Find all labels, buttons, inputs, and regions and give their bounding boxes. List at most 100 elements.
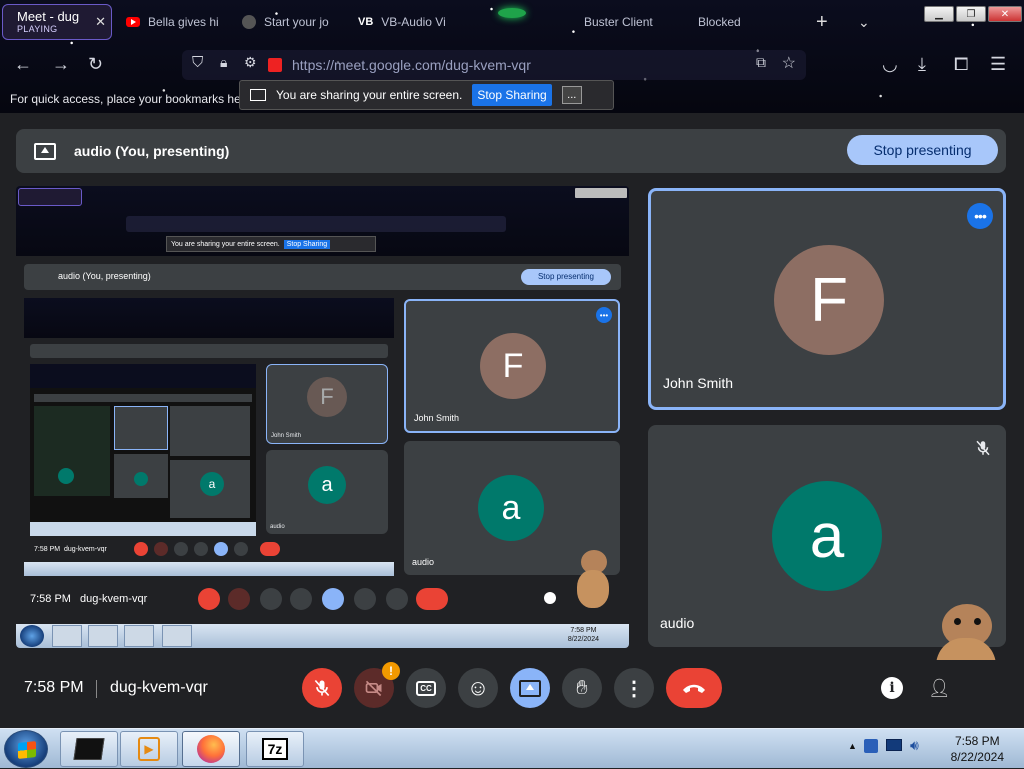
new-tab-button[interactable]: + [810,6,836,38]
mirror-time: 7:58 PM [30,593,71,605]
tab-playing-status: PLAYING [17,24,58,34]
bookmark-star-icon[interactable]: ☆ [782,53,796,73]
bookmarks-hint: For quick access, place your bookmarks h… [10,92,245,106]
forward-arrow-icon[interactable]: → [52,54,70,75]
youtube-icon [126,17,140,27]
mirror-inner-preview: a F John Smith a audio 7:58 PM dug-kvem-… [24,298,394,576]
mirror-stop-sharing: Stop Sharing [283,239,331,249]
raise-hand-button[interactable]: ✋︎ [562,668,602,708]
captions-button[interactable]: CC [406,668,446,708]
reactions-button[interactable]: ☺ [458,668,498,708]
mic-off-icon [314,679,330,697]
tab-start-your-journey[interactable]: Start your jo [236,6,346,38]
show-hidden-icons-icon[interactable]: ▲ [848,741,857,751]
phone-hangup-icon [683,684,705,693]
mirror-stop-presenting-label: Stop presenting [537,272,595,281]
mirror-share-text: You are sharing your entire screen. [171,240,280,248]
tab-vb-audio[interactable]: VB VB-Audio Vi [352,6,472,38]
url-text[interactable]: https://meet.google.com/dug-kvem-vqr [292,57,531,73]
tab-blocked[interactable]: Blocked [692,6,782,38]
tab-title: Start your jo [264,15,329,29]
tab-title: Buster Client [584,15,653,29]
mirror-stop-presenting: Stop presenting [521,269,611,285]
mirror-inner-time: 7:58 PM [34,546,61,553]
navigation-bar: ← → ↻ ⛉ 🔒︎ ⚙ https://meet.google.com/dug… [0,48,1024,82]
display-icon[interactable] [886,739,902,751]
presenting-bar: audio (You, presenting) Stop presenting [16,129,1006,173]
participant-tile-john-smith[interactable]: F ••• John Smith [648,188,1006,410]
warning-badge: ! [382,662,400,680]
tab-youtube[interactable]: Bella gives hi [120,6,230,38]
participant-name: John Smith [663,375,734,391]
mirror-clock-date: 8/22/2024 [567,636,599,643]
screen-share-indicator-icon[interactable] [268,58,282,72]
more-options-button[interactable]: ⋮ [614,668,654,708]
close-window-button[interactable]: ✕ [988,6,1022,22]
more-vertical-icon: ⋮ [624,677,644,700]
tab-buster-client[interactable]: Buster Client [578,6,688,38]
meeting-time: 7:58 PM [24,679,84,696]
more-options-icon[interactable]: ••• [967,203,993,229]
terminal-icon [73,738,105,760]
reload-icon[interactable]: ↻ [88,54,103,75]
ufo-green-decoration-icon [498,8,526,18]
media-player-icon: ▶ [138,737,160,761]
camera-off-icon [365,680,382,697]
share-more-button[interactable]: ... [561,86,582,104]
picture-in-picture-icon[interactable]: ⧉ [756,54,766,71]
present-now-button[interactable] [510,668,550,708]
taskbar-7zip-button[interactable]: 7z [246,731,304,767]
tab-title: Blocked [698,15,741,29]
tab-title: VB-Audio Vi [381,15,446,29]
mirror-inner-john-tile: F John Smith [266,364,388,444]
mirror-browser-chrome: You are sharing your entire screen. Stop… [16,186,629,256]
participant-name: audio [660,615,695,631]
pocket-icon[interactable]: ◡ [882,54,898,75]
meeting-controls-bar: 7:58 PM dug-kvem-vqr ! CC ☺ ✋︎ ⋮ i 👤︎ [0,660,1024,722]
back-arrow-icon[interactable]: ← [14,54,32,75]
avatar: a [772,481,882,591]
close-tab-icon[interactable]: ✕ [95,14,106,30]
window-controls: ▁ ❐ ✕ [924,6,1022,22]
lock-icon[interactable]: 🔒︎ [220,54,227,71]
tab-title: Bella gives hi [148,15,219,29]
taskbar-media-player-button[interactable]: ▶ [120,731,178,767]
tab-list-chevron-icon[interactable]: ⌄ [852,6,878,38]
system-clock[interactable]: 7:58 PM 8/22/2024 [951,733,1004,765]
7zip-icon: 7z [261,738,289,760]
firefox-icon [197,735,225,763]
tab-meet[interactable]: Meet - dug PLAYING ✕ [2,4,112,40]
restore-button[interactable]: ❐ [956,6,986,22]
emoji-smile-icon: ☺ [466,675,490,700]
volume-icon[interactable]: 🔊︎ [910,737,919,754]
menu-hamburger-icon[interactable]: ☰ [990,54,1006,75]
address-bar[interactable]: ⛉ 🔒︎ ⚙ https://meet.google.com/dug-kvem-… [182,50,806,80]
camera-toggle-button[interactable]: ! [354,662,400,708]
mirror-footer: 7:58 PM dug-kvem-vqr [16,584,629,614]
downloads-icon[interactable]: ⤓ [918,54,926,75]
stop-sharing-button[interactable]: Stop Sharing [472,84,552,106]
hand-icon: ✋︎ [576,676,588,699]
minimize-button[interactable]: ▁ [924,6,954,22]
windows-start-button[interactable] [4,730,48,768]
mirror-clock-time: 7:58 PM [570,627,597,634]
present-screen-icon [34,142,56,160]
network-icon[interactable] [864,739,878,753]
permissions-icon[interactable]: ⚙ [244,54,257,71]
stop-presenting-button[interactable]: Stop presenting [847,135,998,165]
mirror-inner-john-name: John Smith [271,433,302,439]
mirror-presenting-label: audio (You, presenting) [58,271,151,281]
people-icon[interactable]: 👤︎ [928,678,951,698]
taskbar-terminal-button[interactable] [60,731,118,767]
extensions-icon[interactable]: ⧠ [954,54,968,75]
microphone-toggle-button[interactable] [302,668,342,708]
mirror-inner-code: dug-kvem-vqr [64,546,107,553]
avatar: F [774,245,884,355]
meeting-details-info-icon[interactable]: i [881,677,903,699]
taskbar-firefox-button[interactable] [182,731,240,767]
leave-call-button[interactable] [666,668,722,708]
shield-icon[interactable]: ⛉ [192,54,203,71]
mirror-john-avatar: F [480,333,546,399]
share-notice-text: You are sharing your entire screen. [276,88,463,102]
clock-time: 7:58 PM [954,734,1000,748]
